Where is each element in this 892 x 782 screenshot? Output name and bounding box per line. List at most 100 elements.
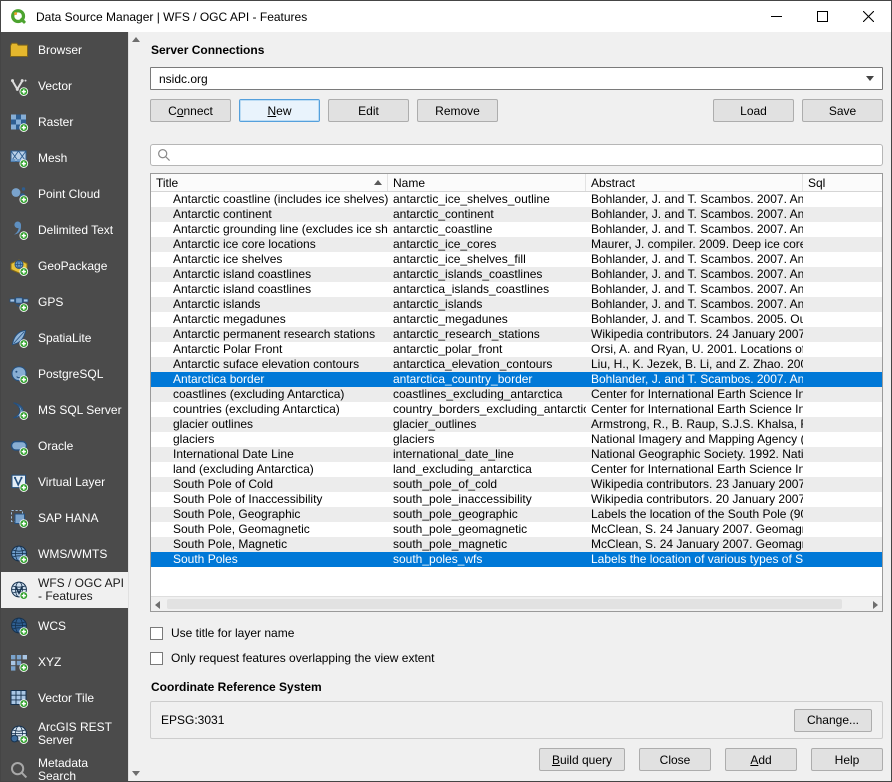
new-button[interactable]: New xyxy=(239,99,320,122)
gps-icon xyxy=(9,292,29,312)
sidebar-item-virtual-layer[interactable]: Virtual Layer xyxy=(1,464,128,500)
column-header-sql[interactable]: Sql xyxy=(803,174,882,191)
cell-title: Antarctic islands xyxy=(151,297,388,312)
table-row[interactable]: South Pole of Inaccessibilitysouth_pole_… xyxy=(151,492,882,507)
scrollbar-thumb[interactable] xyxy=(167,599,842,609)
sidebar-item-mesh[interactable]: Mesh xyxy=(1,140,128,176)
cell-name: antarctica_islands_coastlines xyxy=(388,282,586,297)
table-row[interactable]: South Polessouth_poles_wfsLabels the loc… xyxy=(151,552,882,567)
column-header-title[interactable]: Title xyxy=(151,174,388,191)
table-row[interactable]: Antarctic Polar Frontantarctic_polar_fro… xyxy=(151,342,882,357)
table-row[interactable]: glaciersglaciersNational Imagery and Map… xyxy=(151,432,882,447)
sidebar-item-browser[interactable]: Browser xyxy=(1,32,128,68)
sidebar-item-geopackage[interactable]: GeoPackage xyxy=(1,248,128,284)
table-row[interactable]: Antarctic island coastlinesantarctica_is… xyxy=(151,282,882,297)
layer-filter-searchbox[interactable] xyxy=(150,144,883,166)
sidebar-item-wcs[interactable]: WCS xyxy=(1,608,128,644)
layers-table: Title Name Abstract Sql Antarctic coastl… xyxy=(150,173,883,612)
sidebar-item-sap-hana[interactable]: SAP HANA xyxy=(1,500,128,536)
table-row[interactable]: Antarctic continentantarctic_continentBo… xyxy=(151,207,882,222)
build-query-button[interactable]: Build query xyxy=(539,748,625,771)
sidebar-item-label: SpatiaLite xyxy=(38,332,91,345)
cell-abstract: Bohlander, J. and T. Scambos. 2005. Out.… xyxy=(586,312,803,327)
connection-select[interactable]: nsidc.org xyxy=(150,67,883,90)
cell-title: Antarctic suface elevation contours xyxy=(151,357,388,372)
cell-title: Antarctic ice core locations xyxy=(151,237,388,252)
wfs-icon xyxy=(9,580,29,600)
table-row[interactable]: Antarctic island coastlinesantarctic_isl… xyxy=(151,267,882,282)
remove-button[interactable]: Remove xyxy=(417,99,498,122)
column-header-name[interactable]: Name xyxy=(388,174,586,191)
horizontal-scrollbar[interactable] xyxy=(151,596,882,611)
table-row[interactable]: Antarctic grounding line (excludes ice s… xyxy=(151,222,882,237)
sidebar-item-vector-tile[interactable]: Vector Tile xyxy=(1,680,128,716)
table-row[interactable]: South Pole, Geomagneticsouth_pole_geomag… xyxy=(151,522,882,537)
add-button[interactable]: Add xyxy=(725,748,797,771)
scroll-up-icon[interactable] xyxy=(132,37,140,42)
spatialite-icon xyxy=(9,328,29,348)
sidebar-item-wms-wmts[interactable]: WMS/WMTS xyxy=(1,536,128,572)
search-input[interactable] xyxy=(177,148,876,162)
cell-abstract: National Geographic Society. 1992. Natio… xyxy=(586,447,803,462)
maximize-button[interactable] xyxy=(799,1,845,32)
edit-button[interactable]: Edit xyxy=(328,99,409,122)
sidebar-item-wfs-ogc-api-features[interactable]: WFS / OGC API - Features xyxy=(1,572,128,608)
table-row[interactable]: Antarctic coastline (includes ice shelve… xyxy=(151,192,882,207)
sidebar-item-raster[interactable]: Raster xyxy=(1,104,128,140)
cell-sql xyxy=(803,537,882,552)
sidebar-item-delimited-text[interactable]: Delimited Text xyxy=(1,212,128,248)
table-row[interactable]: South Pole, Magneticsouth_pole_magneticM… xyxy=(151,537,882,552)
help-button[interactable]: Help xyxy=(811,748,883,771)
cell-title: Antarctic permanent research stations xyxy=(151,327,388,342)
sidebar-item-metadata-search[interactable]: Metadata Search xyxy=(1,752,128,781)
scroll-left-icon[interactable] xyxy=(155,601,160,609)
sidebar-item-vector[interactable]: Vector xyxy=(1,68,128,104)
table-row[interactable]: Antarctic ice shelvesantarctic_ice_shelv… xyxy=(151,252,882,267)
sidebar-item-gps[interactable]: GPS xyxy=(1,284,128,320)
save-button[interactable]: Save xyxy=(802,99,883,122)
sidebar-item-point-cloud[interactable]: Point Cloud xyxy=(1,176,128,212)
scroll-right-icon[interactable] xyxy=(873,601,878,609)
table-row[interactable]: Antarctic islandsantarctic_islandsBohlan… xyxy=(151,297,882,312)
minimize-button[interactable] xyxy=(753,1,799,32)
table-row[interactable]: land (excluding Antarctica)land_excludin… xyxy=(151,462,882,477)
column-header-abstract[interactable]: Abstract xyxy=(586,174,803,191)
sidebar-item-label: WMS/WMTS xyxy=(38,548,107,561)
connect-button[interactable]: Connect xyxy=(150,99,231,122)
view-extent-checkbox[interactable] xyxy=(150,652,163,665)
sidebar-item-oracle[interactable]: Oracle xyxy=(1,428,128,464)
sidebar-scrollbar[interactable] xyxy=(128,32,142,781)
close-button[interactable] xyxy=(845,1,891,32)
scroll-down-icon[interactable] xyxy=(132,771,140,776)
table-row[interactable]: glacier outlinesglacier_outlinesArmstron… xyxy=(151,417,882,432)
table-row[interactable]: coastlines (excluding Antarctica)coastli… xyxy=(151,387,882,402)
cell-name: antarctic_islands_coastlines xyxy=(388,267,586,282)
cell-abstract: Labels the location of the South Pole (9… xyxy=(586,507,803,522)
table-row[interactable]: South Pole of Coldsouth_pole_of_coldWiki… xyxy=(151,477,882,492)
cell-sql xyxy=(803,192,882,207)
sidebar-item-label: Browser xyxy=(38,44,82,57)
close-dialog-button[interactable]: Close xyxy=(639,748,711,771)
sidebar-item-label: Delimited Text xyxy=(38,224,113,237)
cell-name: glacier_outlines xyxy=(388,417,586,432)
table-row[interactable]: countries (excluding Antarctica)country_… xyxy=(151,402,882,417)
load-button[interactable]: Load xyxy=(713,99,794,122)
chevron-down-icon xyxy=(866,76,874,81)
table-row[interactable]: South Pole, Geographicsouth_pole_geograp… xyxy=(151,507,882,522)
use-title-checkbox[interactable] xyxy=(150,627,163,640)
crs-change-button[interactable]: Change... xyxy=(794,709,872,732)
cell-sql xyxy=(803,477,882,492)
sidebar-item-arcgis-rest-server[interactable]: ArcGIS REST Server xyxy=(1,716,128,752)
table-row[interactable]: Antarctica borderantarctica_country_bord… xyxy=(151,372,882,387)
cell-title: Antarctic coastline (includes ice shelve… xyxy=(151,192,388,207)
sidebar-item-spatialite[interactable]: SpatiaLite xyxy=(1,320,128,356)
table-row[interactable]: International Date Lineinternational_dat… xyxy=(151,447,882,462)
mssql-icon xyxy=(9,400,29,420)
sidebar-item-xyz[interactable]: XYZ xyxy=(1,644,128,680)
table-row[interactable]: Antarctic suface elevation contoursantar… xyxy=(151,357,882,372)
table-row[interactable]: Antarctic megadunesantarctic_megadunesBo… xyxy=(151,312,882,327)
sidebar-item-ms-sql-server[interactable]: MS SQL Server xyxy=(1,392,128,428)
table-row[interactable]: Antarctic ice core locationsantarctic_ic… xyxy=(151,237,882,252)
table-row[interactable]: Antarctic permanent research stationsant… xyxy=(151,327,882,342)
sidebar-item-postgresql[interactable]: PostgreSQL xyxy=(1,356,128,392)
